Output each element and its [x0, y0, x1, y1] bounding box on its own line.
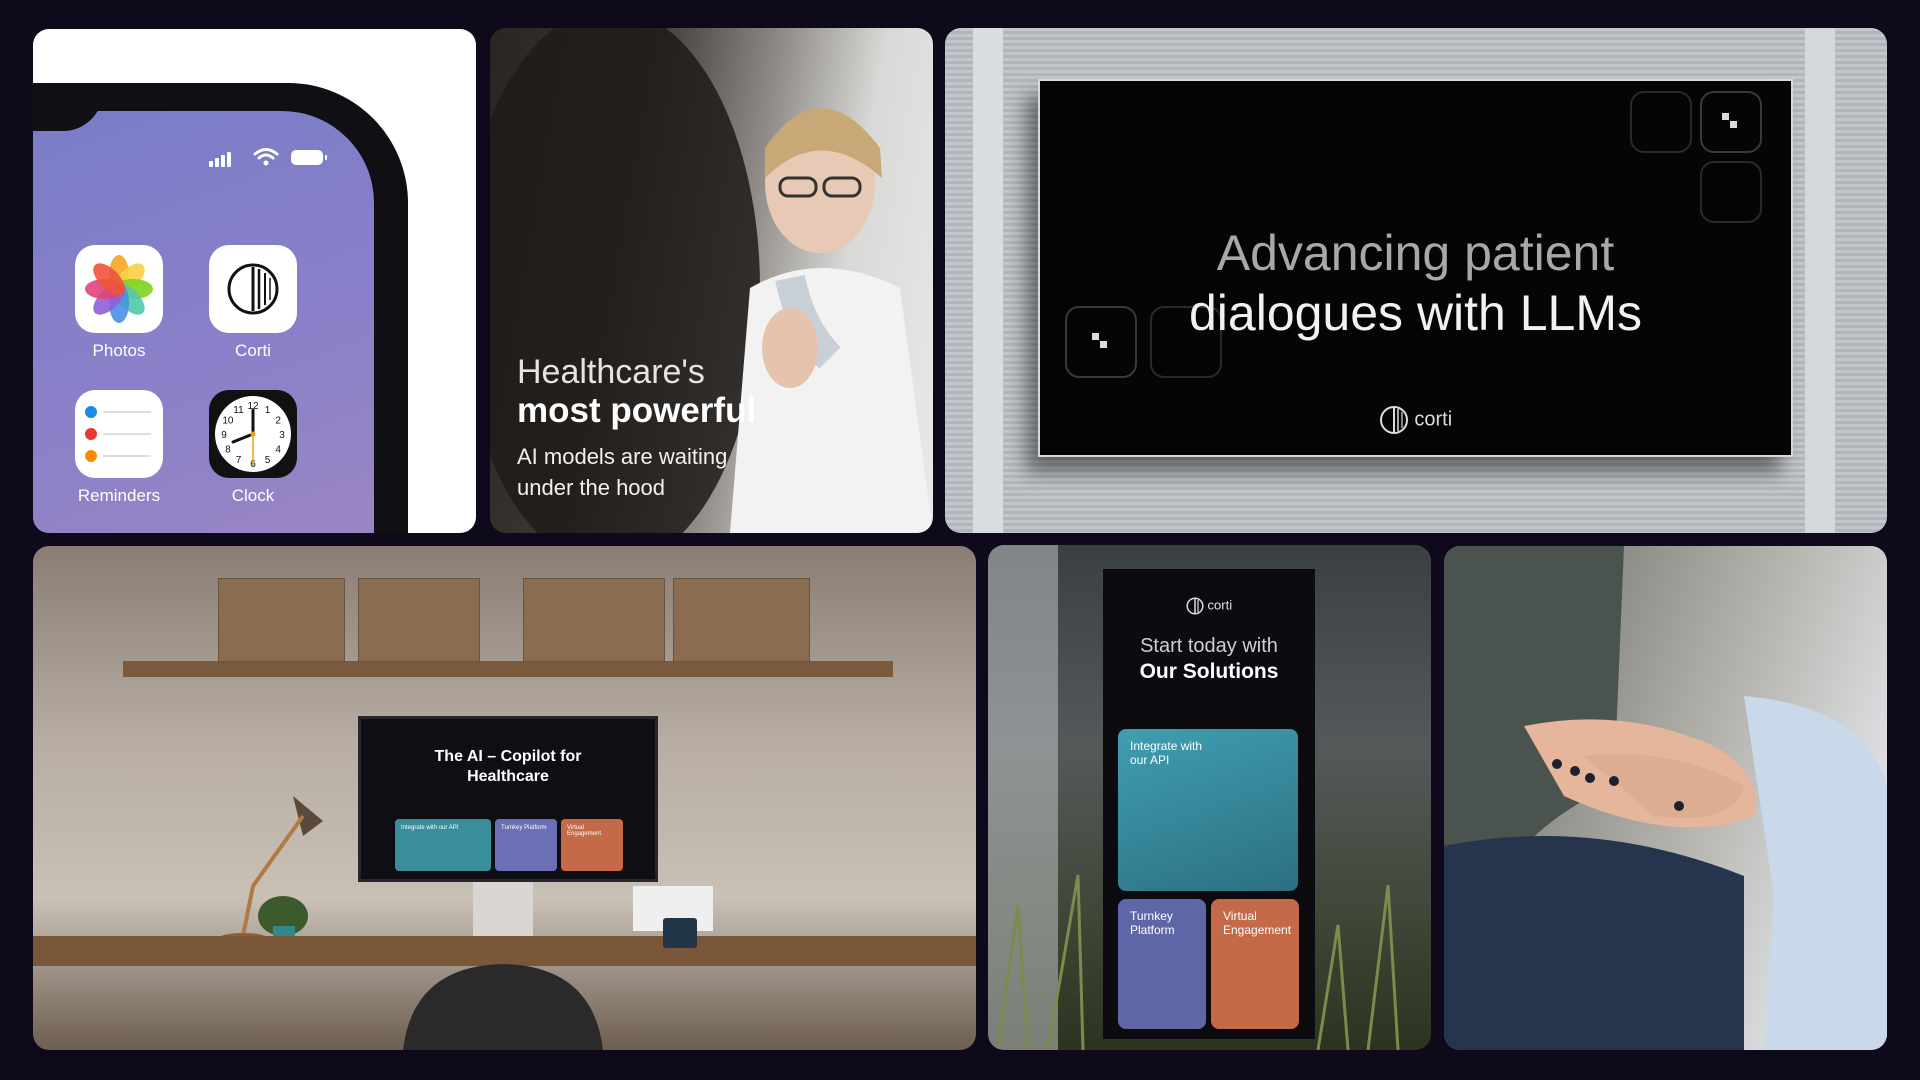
app-label: Corti — [235, 341, 271, 360]
healthcare-photo-tile: Healthcare's most powerful AI models are… — [490, 28, 933, 533]
chair — [403, 964, 603, 1050]
billboard-headline: Advancing patient dialogues with LLMs — [1040, 223, 1791, 343]
card-title-line-2: our API — [1130, 753, 1170, 767]
subheadline-line-2: under the hood — [517, 475, 666, 500]
monitor-headline-line-2: Healthcare — [467, 768, 549, 785]
monitor-stand — [473, 876, 533, 936]
clock-icon: 111098765432112 — [209, 390, 297, 478]
mug — [663, 918, 697, 948]
subheadline-line-1: AI models are waiting — [517, 444, 728, 469]
sign-headline-line-1: Start today with — [1140, 635, 1278, 657]
corti-logo-icon — [1379, 406, 1408, 434]
grass-foreground — [996, 874, 1400, 1050]
billboard-tile: Advancing patient dialogues with LLMs co… — [945, 28, 1887, 533]
brand-name: corti — [1207, 597, 1233, 613]
storage-box — [218, 578, 345, 662]
clock-numeral: 10 — [222, 416, 234, 427]
headline-line-2: most powerful — [517, 391, 757, 430]
monitor-card: Turnkey Platform — [495, 819, 557, 871]
healthcare-copy: Healthcare's most powerful AI models are… — [517, 353, 756, 503]
battery-icon — [291, 150, 327, 165]
billboard-screen: Advancing patient dialogues with LLMs co… — [1038, 79, 1793, 457]
wifi-icon — [253, 148, 279, 166]
monitor-card: Virtual Engagement — [561, 819, 623, 871]
decor-square — [1630, 91, 1692, 153]
app-corti[interactable]: Corti — [208, 245, 298, 361]
clock-numeral: 3 — [279, 430, 285, 441]
wall-pillar — [1805, 28, 1835, 533]
clock-numeral: 2 — [275, 416, 281, 427]
app-label: Reminders — [77, 486, 161, 505]
reminders-icon — [75, 390, 163, 478]
holding-hands-tile — [1444, 546, 1887, 1050]
decor-square — [1700, 161, 1762, 223]
outdoor-sign-tile: corti Start today with Our Solutions Int… — [988, 545, 1431, 1050]
sign-headline-line-2: Our Solutions — [1139, 660, 1279, 683]
phone-home-screen-tile: Photos Corti Reminders 11 10 9 8 7 5 4 3… — [33, 29, 476, 533]
desk-scene-tile: The AI – Copilot for Healthcare Integrat… — [33, 546, 976, 1050]
storage-box — [673, 578, 810, 662]
sign-logo: corti — [1103, 597, 1315, 615]
app-label: Photos — [92, 341, 146, 360]
wall-shelf — [123, 661, 893, 677]
clock-numeral: 7 — [236, 455, 242, 466]
clock-numeral: 9 — [221, 430, 227, 441]
hands-photo — [1444, 546, 1887, 1050]
status-bar — [209, 147, 329, 167]
clock-numeral: 5 — [265, 455, 271, 466]
monitor-card: Integrate with our API — [395, 819, 491, 871]
card-title-line-1: Integrate with — [1130, 739, 1203, 753]
clock-numeral: 1 — [265, 405, 271, 416]
corti-logo: corti — [1040, 405, 1791, 435]
photos-icon — [75, 245, 163, 333]
monitor-headline-line-1: The AI – Copilot for — [434, 748, 582, 765]
expand-icon — [1722, 113, 1737, 128]
wall-pillar — [973, 28, 1003, 533]
clock-numeral: 11 — [233, 405, 244, 416]
corti-logo-icon — [209, 245, 297, 333]
headline-line-2: dialogues with LLMs — [1188, 285, 1643, 341]
headline-line-1: Healthcare's — [517, 353, 705, 391]
app-photos[interactable]: Photos — [74, 245, 164, 361]
storage-box — [523, 578, 665, 662]
clock-numeral: 4 — [275, 445, 281, 456]
clock-numeral: 8 — [225, 445, 231, 456]
corti-logo-icon — [1186, 597, 1204, 615]
desktop-monitor: The AI – Copilot for Healthcare Integrat… — [358, 716, 658, 882]
brand-name: corti — [1414, 408, 1453, 431]
app-reminders[interactable]: Reminders — [74, 390, 164, 506]
app-label: Clock — [231, 486, 275, 505]
storage-box — [358, 578, 480, 662]
monitor-headline: The AI – Copilot for Healthcare — [361, 747, 655, 787]
app-clock[interactable]: 111098765432112 Clock — [208, 390, 298, 506]
headline-line-1: Advancing patient — [1216, 225, 1615, 281]
